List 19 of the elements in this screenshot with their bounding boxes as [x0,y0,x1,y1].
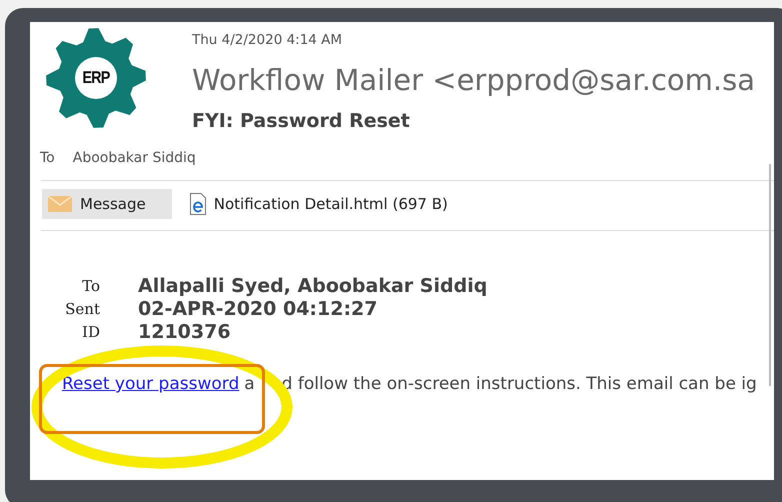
attachment-tab[interactable]: Notification Detail.html (697 B) [184,188,474,220]
subject-text: FYI: Password Reset [192,109,410,134]
field-label: Sent [64,299,100,320]
body-text: a [244,373,255,396]
date-text: Thu 4/2/2020 4:14 AM [192,31,342,50]
envelope-icon [48,194,72,213]
field-label: ID [81,322,100,344]
field-value: 02-APR-2020 04:12:27 [138,298,378,322]
field-value: 1210376 [138,321,232,344]
file-icon [190,192,206,215]
gear-icon [44,26,148,130]
to-label: To [40,148,55,168]
logo-text: ERP [82,67,110,90]
recipient-name: Aboobakar Siddiq [72,148,196,168]
message-tab[interactable]: Message [42,188,172,220]
field-label: To [81,276,100,298]
reset-password-link[interactable]: Reset your password [62,372,240,398]
sender-name: Workflow Mailer <erpprod@sar.com.sa [192,63,755,98]
field-value: Allapalli Syed, Aboobakar Siddiq [138,275,488,298]
